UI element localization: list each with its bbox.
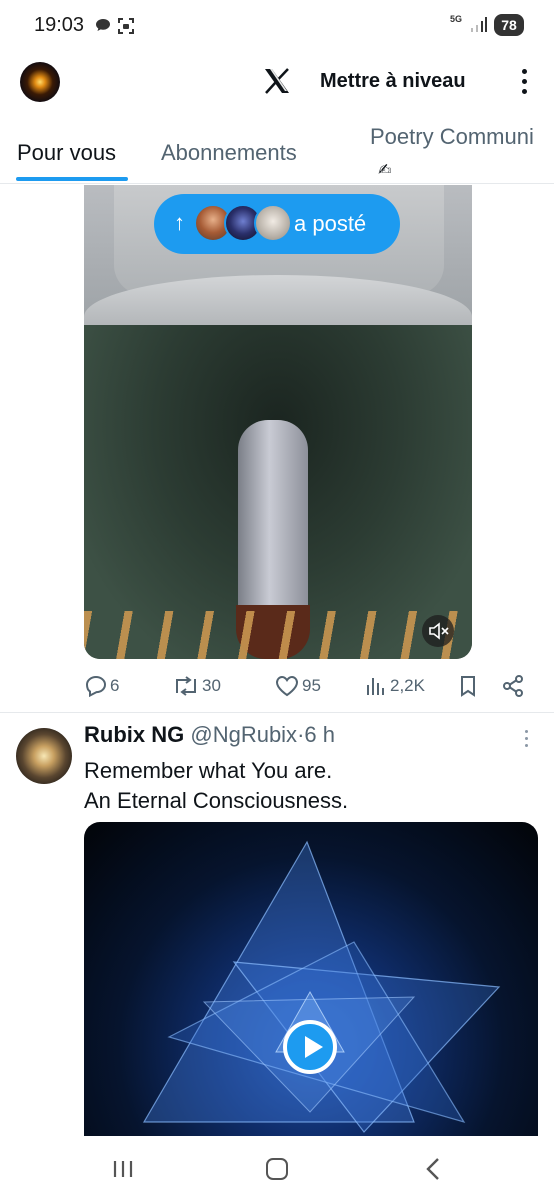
more-options-icon[interactable] bbox=[514, 66, 534, 98]
share-icon bbox=[503, 675, 523, 697]
views-count: 2,2K bbox=[390, 676, 425, 695]
reply-icon bbox=[85, 675, 107, 697]
x-logo-icon bbox=[262, 66, 292, 96]
signal-icon bbox=[470, 16, 488, 39]
author-handle[interactable]: @NgRubix bbox=[190, 722, 297, 747]
status-bar: 19:03 5G 78 bbox=[0, 0, 554, 52]
bookmark-button[interactable] bbox=[458, 674, 480, 698]
timeline-tabs: Pour vous Abonnements Poetry Communi ✍ bbox=[0, 112, 554, 184]
heart-icon bbox=[275, 675, 299, 697]
arrow-up-icon: ↑ bbox=[174, 210, 185, 235]
play-button[interactable] bbox=[283, 1020, 337, 1074]
new-posts-pill[interactable]: ↑ a posté bbox=[154, 194, 400, 254]
screenshot-icon bbox=[117, 17, 135, 40]
repost-count: 30 bbox=[202, 676, 221, 695]
writing-hand-icon: ✍ bbox=[378, 162, 392, 179]
author-avatar[interactable] bbox=[16, 728, 72, 784]
geometric-artwork bbox=[142, 840, 501, 1133]
like-count: 95 bbox=[302, 676, 321, 695]
mute-button[interactable] bbox=[422, 615, 454, 647]
system-nav-bar bbox=[0, 1136, 554, 1200]
tab-for-you[interactable]: Pour vous bbox=[17, 140, 116, 166]
battery-icon: 78 bbox=[494, 14, 524, 36]
post-time: 6 h bbox=[304, 722, 335, 747]
message-icon bbox=[95, 18, 111, 37]
repost-button[interactable]: 30 bbox=[172, 674, 221, 698]
like-button[interactable]: 95 bbox=[274, 674, 321, 698]
views-button[interactable]: 2,2K bbox=[364, 674, 425, 698]
tab-active-indicator bbox=[16, 177, 128, 181]
bookmark-icon bbox=[461, 676, 475, 697]
top-header: Mettre à niveau bbox=[0, 52, 554, 112]
views-chart-icon bbox=[367, 678, 384, 695]
post-text: Remember what You are. An Eternal Consci… bbox=[84, 756, 348, 816]
post-action-bar: 6 30 95 2,2K bbox=[84, 668, 534, 704]
post-text-line: Remember what You are. bbox=[84, 758, 333, 783]
status-time: 19:03 bbox=[34, 14, 85, 36]
post-text-line: An Eternal Consciousness. bbox=[84, 788, 349, 813]
posted-label: a posté bbox=[294, 211, 367, 236]
reply-button[interactable]: 6 bbox=[84, 674, 119, 698]
share-button[interactable] bbox=[502, 674, 526, 698]
post-author-line: Rubix NG @NgRubix·6 h bbox=[84, 722, 335, 748]
repost-icon bbox=[176, 676, 196, 696]
back-icon[interactable] bbox=[424, 1156, 442, 1187]
avatar bbox=[254, 204, 292, 242]
network-label: 5G bbox=[450, 14, 463, 24]
flowers-decoration bbox=[84, 611, 472, 659]
post-video[interactable] bbox=[84, 822, 538, 1142]
upgrade-button[interactable]: Mettre à niveau bbox=[320, 70, 466, 93]
post-video[interactable] bbox=[84, 185, 472, 659]
tab-following[interactable]: Abonnements bbox=[161, 140, 297, 166]
post-divider bbox=[0, 712, 554, 713]
post-more-icon[interactable] bbox=[522, 730, 530, 750]
reply-count: 6 bbox=[110, 676, 120, 695]
profile-avatar[interactable] bbox=[20, 62, 60, 102]
speaker-muted-icon bbox=[429, 622, 449, 640]
home-icon[interactable] bbox=[266, 1158, 288, 1180]
tab-poetry-community[interactable]: Poetry Communi bbox=[370, 124, 534, 150]
author-name[interactable]: Rubix NG bbox=[84, 722, 184, 747]
recent-apps-icon[interactable] bbox=[112, 1158, 134, 1185]
